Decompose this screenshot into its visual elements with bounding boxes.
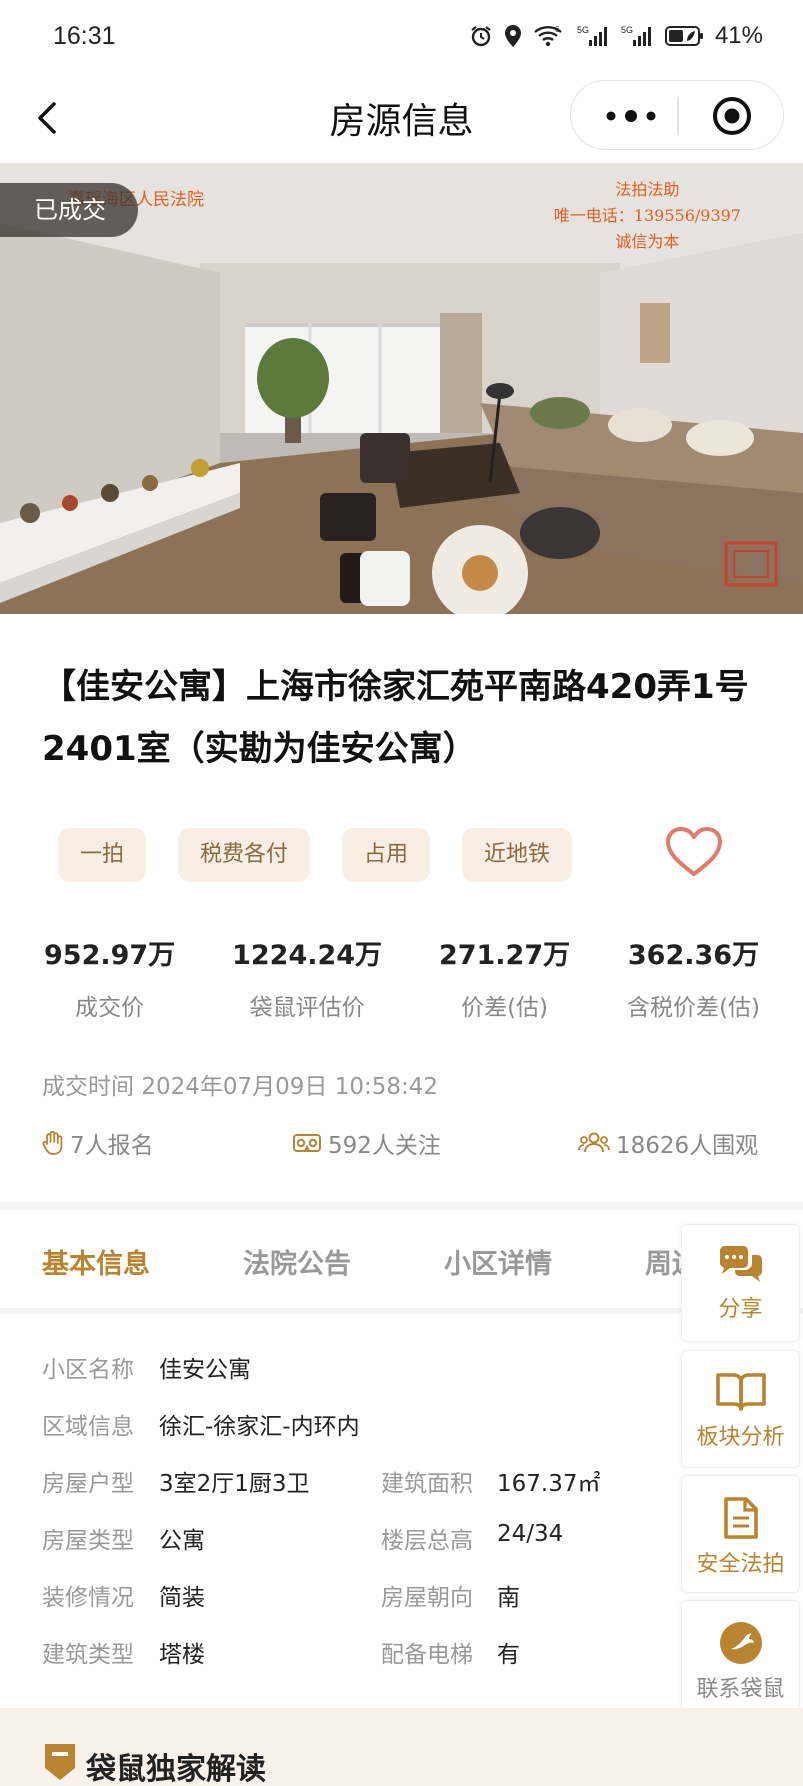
info-value: 有 <box>497 1642 520 1668</box>
stat-price-gap: 271.27万 价差(估) <box>439 933 570 1022</box>
info-key: 房屋户型 <box>42 1471 134 1497</box>
heart-icon[interactable] <box>664 826 724 878</box>
info-value: 南 <box>497 1585 520 1611</box>
side-button-label: 安全法拍 <box>696 1552 785 1577</box>
sector-analysis-button[interactable]: 板块分析 <box>681 1350 800 1468</box>
alarm-icon <box>471 26 491 47</box>
stat-label: 价差(估) <box>461 995 549 1021</box>
counter-text: 592人关注 <box>328 1133 441 1159</box>
info-value: 3室2厅1厨3卫 <box>159 1471 310 1497</box>
info-value: 简装 <box>159 1585 205 1611</box>
info-key: 楼层总高 <box>381 1528 473 1554</box>
watermark-line: 唯一电话：139556/9397 <box>553 206 741 225</box>
signal-5g-icon: 5G <box>577 25 607 46</box>
tag: 占用 <box>342 828 431 882</box>
info-value: 塔楼 <box>159 1642 205 1668</box>
section-divider <box>0 1202 803 1210</box>
info-key: 建筑面积 <box>381 1471 473 1497</box>
tag: 一拍 <box>58 828 147 882</box>
status-bar: 16:31 6 5G 5G 41% <box>0 0 803 72</box>
watermark-line: 诚信为本 <box>615 232 680 251</box>
location-icon <box>504 25 521 47</box>
sold-status-badge: 已成交 <box>0 183 138 237</box>
tag: 近地铁 <box>462 828 573 882</box>
info-value: 24/34 <box>497 1521 564 1547</box>
info-key: 区域信息 <box>42 1414 134 1440</box>
kangaroo-logo-icon <box>719 1622 762 1664</box>
svg-text:5G: 5G <box>621 25 633 35</box>
deal-time: 成交时间 2024年07月09日 10:58:42 <box>42 1067 438 1101</box>
status-icons: 6 5G 5G 41% <box>469 22 763 50</box>
stat-label: 成交价 <box>75 995 145 1021</box>
counter-text: 7人报名 <box>70 1133 154 1159</box>
book-icon <box>715 1373 766 1411</box>
stat-label: 袋鼠评估价 <box>249 995 365 1021</box>
info-key: 小区名称 <box>42 1357 134 1383</box>
stat-tax-gap: 362.36万 含税价差(估) <box>627 933 760 1022</box>
follow-count: 592人关注 <box>292 1126 441 1160</box>
vr-glasses-icon <box>293 1134 321 1152</box>
exclusive-analysis-section: 袋鼠独家解读 <box>0 1708 803 1786</box>
battery-percent: 41% <box>714 22 763 49</box>
view-count: 18626人围观 <box>578 1126 758 1160</box>
tab-court-notice[interactable]: 法院公告 <box>243 1242 351 1281</box>
stat-value: 952.97万 <box>44 940 176 971</box>
hand-icon <box>42 1130 63 1155</box>
share-button[interactable]: 分享 <box>681 1224 800 1342</box>
section-title: 袋鼠独家解读 <box>86 1752 266 1786</box>
target-icon[interactable] <box>711 95 753 137</box>
signup-count: 7人报名 <box>42 1126 154 1160</box>
safe-auction-button[interactable]: 安全法拍 <box>681 1475 800 1593</box>
more-dots-icon[interactable] <box>601 101 661 131</box>
photo-watermark: 法拍法助 唯一电话：139556/9397 诚信为本 <box>554 177 741 255</box>
status-time: 16:31 <box>53 22 116 50</box>
side-button-label: 联系袋鼠 <box>696 1677 785 1702</box>
info-key: 配备电梯 <box>381 1642 473 1668</box>
capsule-divider <box>677 97 679 135</box>
stat-value: 362.36万 <box>627 940 760 971</box>
stat-appraisal: 1224.24万 袋鼠评估价 <box>232 933 382 1022</box>
info-value: 公寓 <box>159 1528 205 1554</box>
price-stats: 952.97万 成交价 1224.24万 袋鼠评估价 271.27万 价差(估)… <box>44 933 760 1022</box>
people-icon <box>578 1132 610 1153</box>
svg-text:6: 6 <box>555 25 560 34</box>
mini-program-capsule <box>570 80 784 150</box>
counters: 7人报名 592人关注 18626人围观 <box>42 1126 762 1160</box>
battery-icon <box>664 26 703 46</box>
stat-value: 271.27万 <box>438 940 571 971</box>
tab-basic-info[interactable]: 基本信息 <box>42 1242 150 1281</box>
counter-text: 18626人围观 <box>616 1133 759 1159</box>
info-value: 徐汇-徐家汇-内环内 <box>159 1414 360 1440</box>
deal-time-label: 成交时间 <box>42 1074 134 1100</box>
deal-time-value: 2024年07月09日 10:58:42 <box>141 1074 438 1100</box>
tag: 税费各付 <box>178 828 311 882</box>
tab-community-details[interactable]: 小区详情 <box>444 1242 552 1281</box>
info-key: 装修情况 <box>42 1585 134 1611</box>
stat-deal-price: 952.97万 成交价 <box>44 933 175 1022</box>
signal-5g-icon: 5G <box>621 25 651 46</box>
side-button-label: 分享 <box>718 1297 763 1322</box>
info-key: 建筑类型 <box>42 1642 134 1668</box>
contact-kangaroo-button[interactable]: 联系袋鼠 <box>681 1600 800 1718</box>
watermark-line: 法拍法助 <box>615 180 680 199</box>
nav-bar: 房源信息 <box>0 72 803 164</box>
info-key: 房屋类型 <box>42 1528 134 1554</box>
property-photo[interactable]: 嘉瑶海区人民法院 法拍法助 唯一电话：139556/9397 诚信为本 已成交 <box>0 163 803 614</box>
chat-icon <box>719 1246 762 1282</box>
stat-value: 1224.24万 <box>232 940 383 971</box>
stat-label: 含税价差(估) <box>627 995 760 1021</box>
kangaroo-badge-icon <box>45 1744 75 1780</box>
wifi-icon: 6 <box>534 25 562 47</box>
listing-title: 【佳安公寓】上海市徐家汇苑平南路420弄1号2401室（实勘为佳安公寓） <box>42 667 749 769</box>
info-key: 房屋朝向 <box>381 1585 473 1611</box>
side-button-label: 板块分析 <box>696 1425 785 1450</box>
tag-list: 一拍 税费各付 占用 近地铁 <box>58 828 573 882</box>
svg-text:5G: 5G <box>577 25 589 35</box>
document-icon <box>723 1497 758 1539</box>
info-value: 佳安公寓 <box>159 1357 251 1383</box>
info-value: 167.37㎡ <box>497 1471 601 1497</box>
